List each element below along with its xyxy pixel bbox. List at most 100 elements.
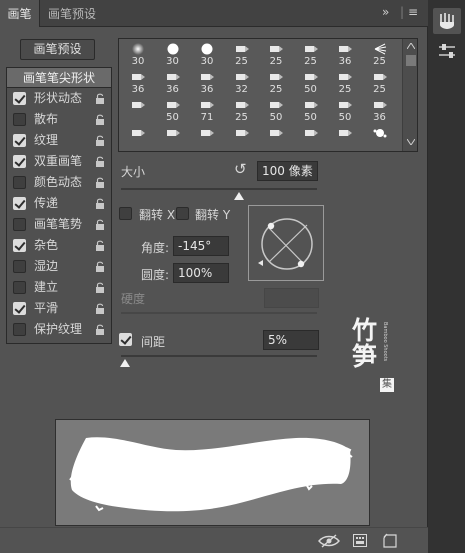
brush-option-item[interactable]: 建立 xyxy=(7,277,111,298)
size-slider[interactable] xyxy=(121,188,317,190)
tab-brush-presets-label: 画笔预设 xyxy=(48,7,97,21)
brush-tip-icon xyxy=(270,130,283,136)
brush-tip-cell[interactable]: 32 xyxy=(226,69,258,97)
tab-brush[interactable]: 画笔 xyxy=(0,0,40,27)
brush-option-item[interactable]: 保护纹理 xyxy=(7,319,111,340)
size-slider-knob[interactable] xyxy=(233,192,244,200)
brush-tip-cell[interactable] xyxy=(122,125,154,151)
angle-roundness-control[interactable] xyxy=(248,205,324,281)
brush-tip-cell[interactable]: 50 xyxy=(157,97,189,125)
panel-menu-icon[interactable]: ≡ xyxy=(408,5,418,19)
lock-icon[interactable] xyxy=(95,156,105,167)
spacing-slider-knob[interactable] xyxy=(119,359,130,367)
brush-option-item[interactable]: 散布 xyxy=(7,109,111,130)
brush-tip-cell[interactable]: 50 xyxy=(295,97,327,125)
scroll-down-icon[interactable] xyxy=(407,139,415,145)
brush-option-item[interactable]: 平滑 xyxy=(7,298,111,319)
brush-tip-cell[interactable] xyxy=(295,125,327,151)
brush-tip-cell[interactable]: 25 xyxy=(226,41,258,69)
brush-tip-cell[interactable]: 30 xyxy=(122,41,154,69)
lock-icon[interactable] xyxy=(95,177,105,188)
reset-size-icon[interactable]: ↺ xyxy=(234,160,247,178)
lock-icon[interactable] xyxy=(95,240,105,251)
tab-brush-presets[interactable]: 画笔预设 xyxy=(40,0,110,27)
size-input[interactable]: 100 像素 xyxy=(257,161,318,181)
new-brush-icon[interactable] xyxy=(383,533,397,548)
option-checkbox[interactable] xyxy=(13,176,26,189)
brush-tip-cell[interactable]: 25 xyxy=(260,69,292,97)
brush-tip-cell[interactable]: 36 xyxy=(364,97,396,125)
lock-icon[interactable] xyxy=(95,219,105,230)
brush-option-item[interactable]: 传递 xyxy=(7,193,111,214)
brush-tip-cell[interactable]: 30 xyxy=(157,41,189,69)
brush-tip-cell[interactable]: 50 xyxy=(329,97,361,125)
lock-icon[interactable] xyxy=(95,282,105,293)
brush-option-item[interactable]: 双重画笔 xyxy=(7,151,111,172)
lock-icon[interactable] xyxy=(95,303,105,314)
brush-tip-cell[interactable]: 25 xyxy=(329,69,361,97)
expand-icon[interactable]: » xyxy=(382,5,389,19)
brush-tip-cell[interactable]: 36 xyxy=(157,69,189,97)
scroll-thumb[interactable] xyxy=(406,55,416,66)
option-checkbox[interactable] xyxy=(13,260,26,273)
brush-tip-cell[interactable] xyxy=(260,125,292,151)
brush-tip-shape-item[interactable]: 画笔笔尖形状 xyxy=(7,68,111,88)
option-checkbox[interactable] xyxy=(13,92,26,105)
option-checkbox[interactable] xyxy=(13,323,26,336)
brush-tip-cell[interactable]: 30 xyxy=(191,41,223,69)
lock-icon[interactable] xyxy=(95,135,105,146)
brush-tip-cell[interactable]: 25 xyxy=(260,41,292,69)
flip-x-checkbox[interactable] xyxy=(119,207,132,220)
brush-tip-cell[interactable] xyxy=(226,125,258,151)
option-checkbox[interactable] xyxy=(13,281,26,294)
toggle-preview-icon[interactable] xyxy=(318,534,340,548)
option-label: 纹理 xyxy=(34,133,59,147)
brush-tip-cell[interactable]: 71 xyxy=(191,97,223,125)
grid-view-icon[interactable] xyxy=(353,534,367,547)
flip-y-checkbox[interactable] xyxy=(176,207,189,220)
brush-tip-cell[interactable] xyxy=(157,125,189,151)
option-checkbox[interactable] xyxy=(13,239,26,252)
brush-tip-cell[interactable]: 36 xyxy=(329,41,361,69)
angle-input[interactable]: -145° xyxy=(173,236,229,256)
brush-option-item[interactable]: 形状动态 xyxy=(7,88,111,109)
brush-tip-cell[interactable]: 50 xyxy=(295,69,327,97)
brush-option-item[interactable]: 画笔笔势 xyxy=(7,214,111,235)
option-checkbox[interactable] xyxy=(13,155,26,168)
lock-icon[interactable] xyxy=(95,114,105,125)
brush-option-item[interactable]: 颜色动态 xyxy=(7,172,111,193)
spacing-input[interactable]: 5% xyxy=(263,330,319,350)
sliders-icon xyxy=(439,44,455,58)
brush-tip-cell[interactable]: 50 xyxy=(260,97,292,125)
brush-tip-cell[interactable]: 36 xyxy=(191,69,223,97)
lock-icon[interactable] xyxy=(95,198,105,209)
option-checkbox[interactable] xyxy=(13,218,26,231)
lock-icon[interactable] xyxy=(95,324,105,335)
brush-presets-button[interactable]: 画笔预设 xyxy=(20,39,95,60)
option-checkbox[interactable] xyxy=(13,134,26,147)
brush-tip-cell[interactable] xyxy=(191,125,223,151)
scroll-up-icon[interactable] xyxy=(407,43,415,49)
brush-option-item[interactable]: 纹理 xyxy=(7,130,111,151)
brush-tip-cell[interactable]: 25 xyxy=(364,69,396,97)
brush-settings-dock-button[interactable] xyxy=(433,38,461,64)
option-checkbox[interactable] xyxy=(13,302,26,315)
brush-tip-cell[interactable]: 25 xyxy=(364,41,396,69)
option-checkbox[interactable] xyxy=(13,197,26,210)
spacing-checkbox[interactable] xyxy=(119,333,132,346)
brush-tip-cell[interactable] xyxy=(122,97,154,125)
lock-icon[interactable] xyxy=(95,93,105,104)
roundness-input[interactable]: 100% xyxy=(173,263,229,283)
spacing-slider[interactable] xyxy=(121,355,317,357)
brush-option-item[interactable]: 湿边 xyxy=(7,256,111,277)
brush-tip-cell[interactable]: 36 xyxy=(122,69,154,97)
brush-tip-cell[interactable] xyxy=(329,125,361,151)
brush-tip-cell[interactable] xyxy=(364,125,396,151)
brush-option-item[interactable]: 杂色 xyxy=(7,235,111,256)
brush-panel-dock-button[interactable] xyxy=(433,8,461,34)
brush-tip-cell[interactable]: 25 xyxy=(226,97,258,125)
brush-tip-cell[interactable]: 25 xyxy=(295,41,327,69)
lock-icon[interactable] xyxy=(95,261,105,272)
option-checkbox[interactable] xyxy=(13,113,26,126)
grid-scrollbar[interactable] xyxy=(402,39,417,151)
